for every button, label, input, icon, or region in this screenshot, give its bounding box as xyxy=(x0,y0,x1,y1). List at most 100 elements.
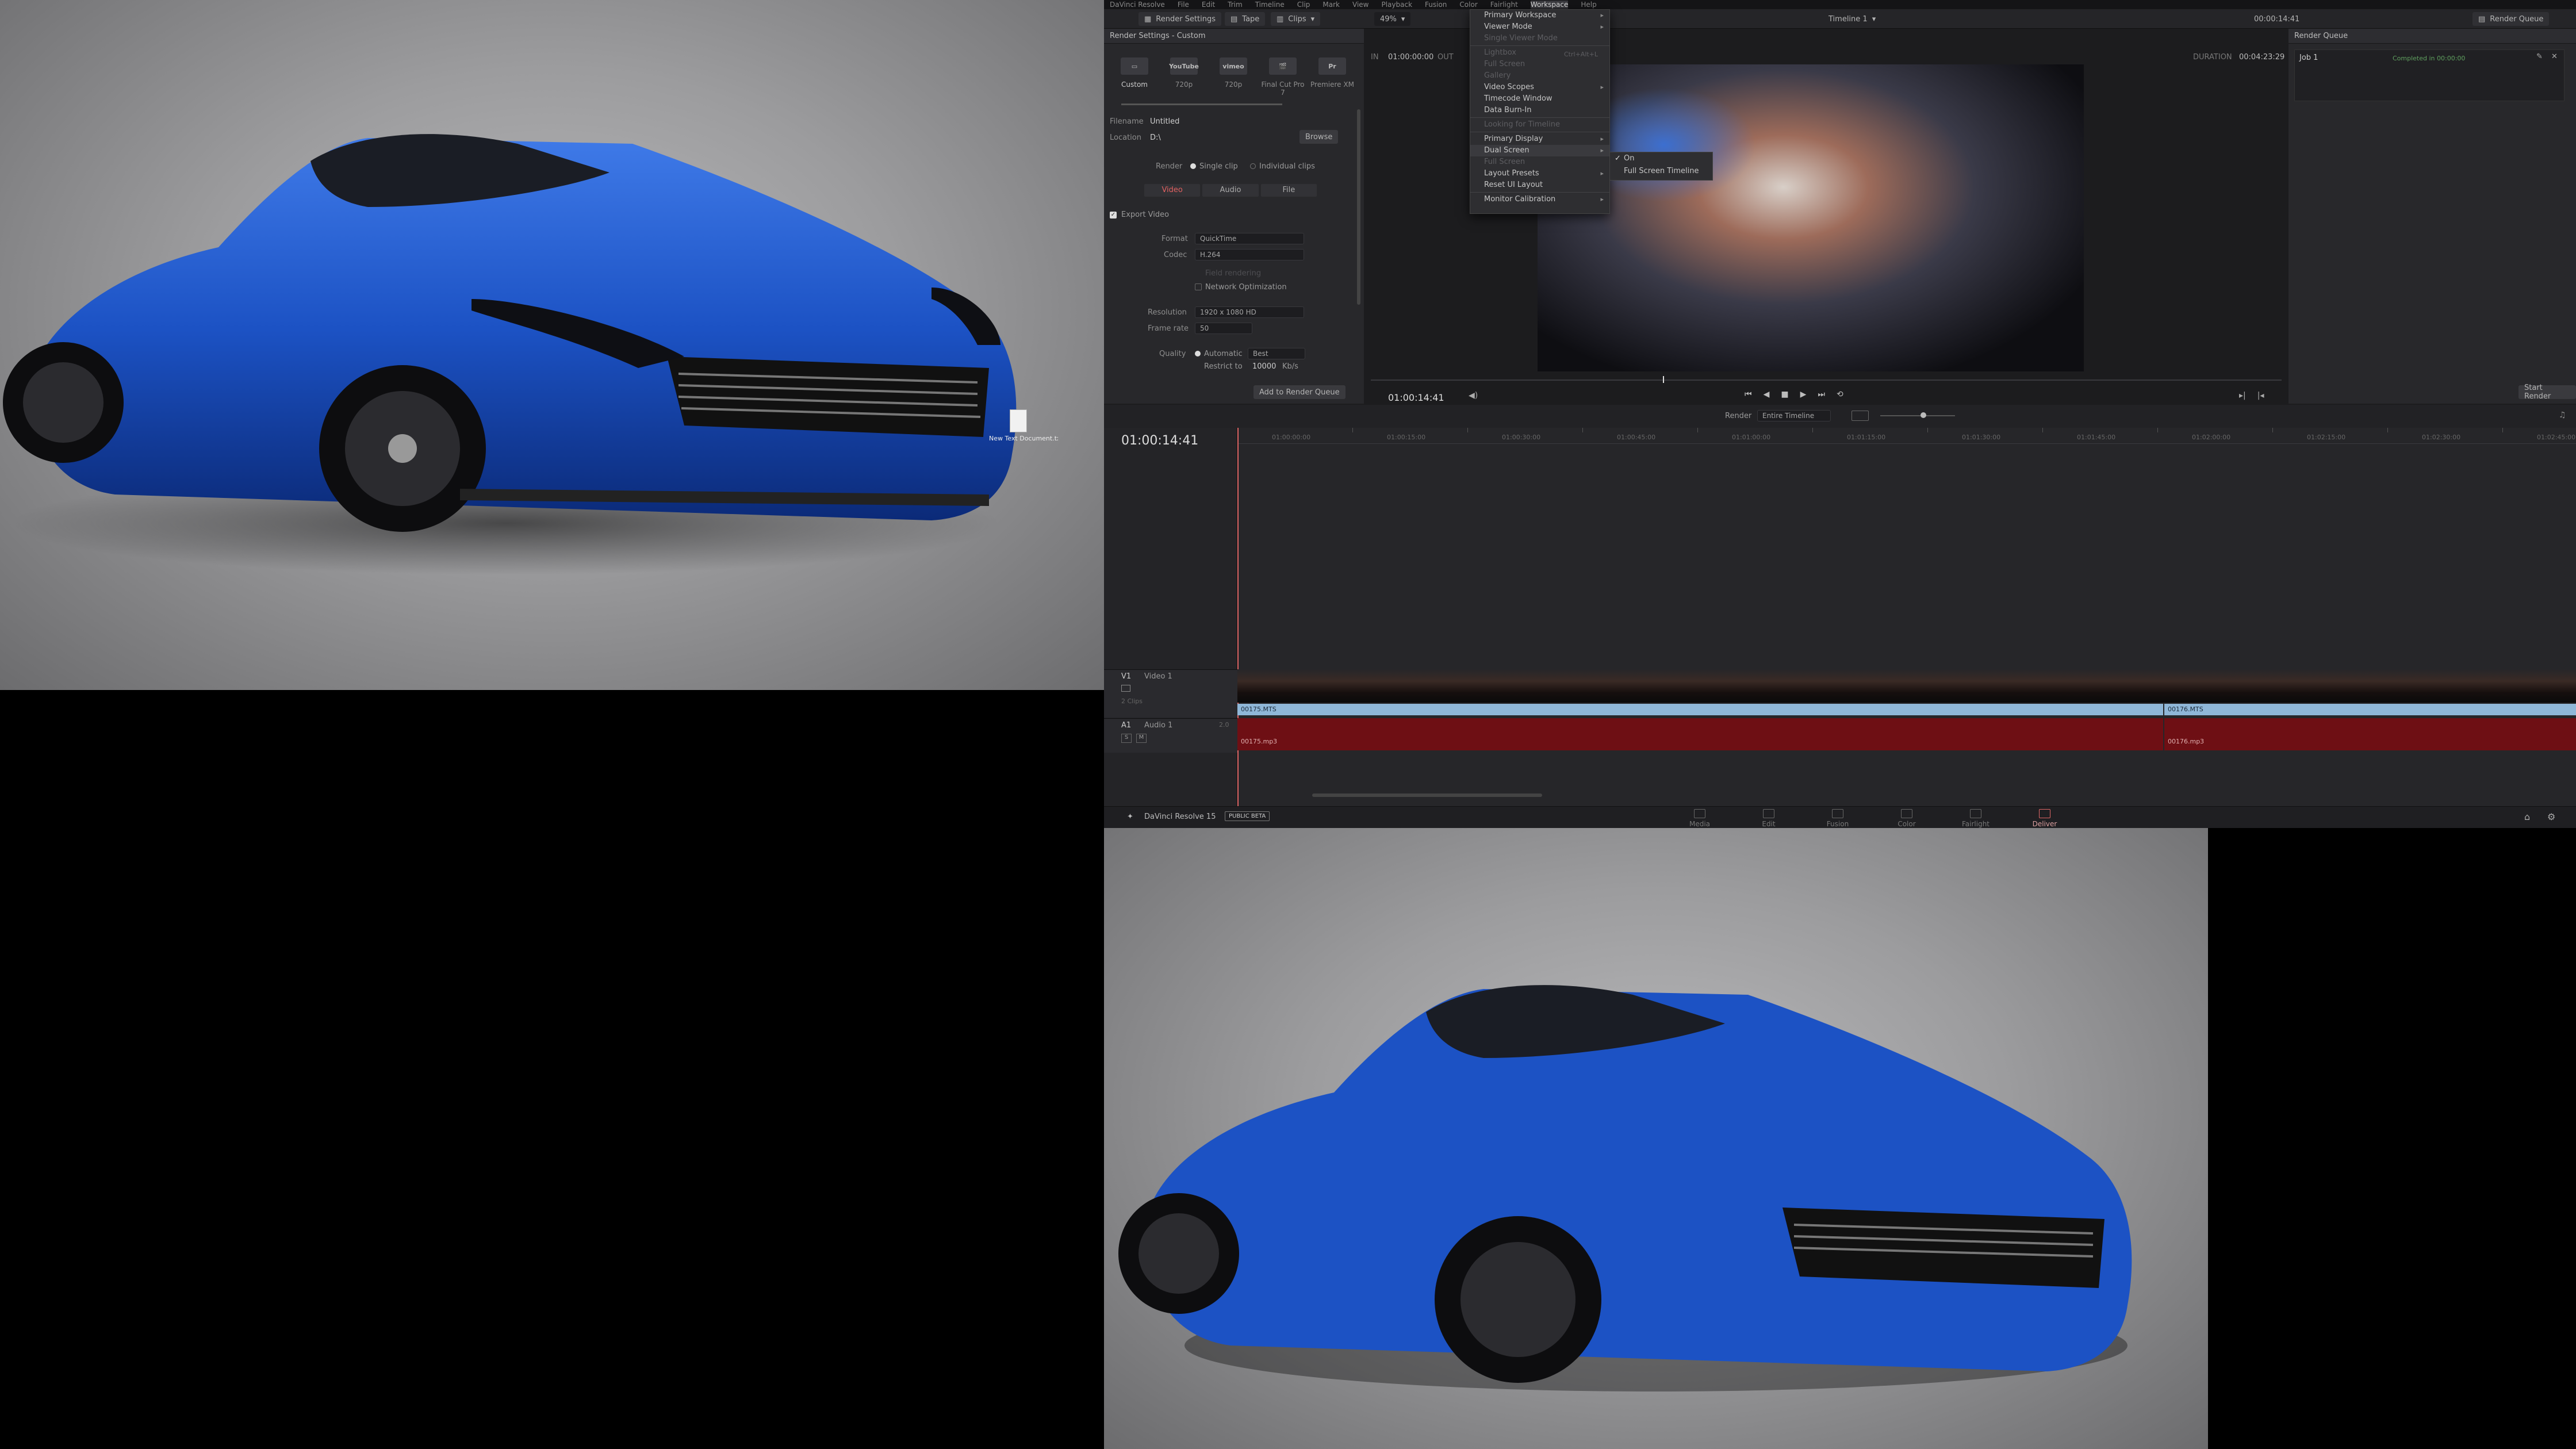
edit-job-icon[interactable]: ✎ xyxy=(2536,52,2543,61)
preset-2[interactable]: vimeo 720p xyxy=(1209,54,1258,98)
workspace-menu-item-dual-screen[interactable]: Dual Screen xyxy=(1470,145,1609,156)
individual-clips-radio[interactable] xyxy=(1250,163,1256,169)
tape-button[interactable]: ▤ Tape xyxy=(1225,12,1266,26)
render-range-select[interactable]: Entire Timeline xyxy=(1757,410,1831,421)
video-frame[interactable] xyxy=(1538,64,2084,371)
audio-meter-icon[interactable]: ♫ xyxy=(2559,411,2566,420)
dual-screen-option-full-screen-timeline[interactable]: Full Screen Timeline xyxy=(1610,165,1712,178)
workspace-menu-item-video-scopes[interactable]: Video Scopes xyxy=(1470,82,1609,93)
page-tab-media[interactable]: Media xyxy=(1679,809,1720,828)
add-render-queue-button[interactable]: Add to Render Queue xyxy=(1254,385,1346,399)
filename-field[interactable]: Untitled xyxy=(1150,117,1179,126)
codec-select[interactable]: H.264 xyxy=(1195,249,1304,260)
close-icon[interactable]: ✕ xyxy=(2551,52,2558,61)
timeline-select[interactable]: Timeline 1 ▾ xyxy=(1823,12,1881,26)
mark-in-icon[interactable]: ▸| xyxy=(2239,391,2246,400)
mute-button[interactable]: M xyxy=(1136,734,1147,743)
menu-item-fairlight[interactable]: Fairlight xyxy=(1490,1,1518,9)
stop-icon[interactable]: ■ xyxy=(1781,390,1788,399)
menu-item-timeline[interactable]: Timeline xyxy=(1255,1,1285,9)
format-select[interactable]: QuickTime xyxy=(1195,233,1304,244)
preset-4[interactable]: Pr Premiere XM xyxy=(1308,54,1357,98)
mark-out-icon[interactable]: |◂ xyxy=(2257,391,2264,400)
timeline-tracks[interactable]: 01:00:00:00 01:00:15:00 01:00:30:00 01:00:4… xyxy=(1237,428,2576,806)
quality-select[interactable]: Best xyxy=(1248,348,1305,359)
menu-item-mark[interactable]: Mark xyxy=(1322,1,1340,9)
page-tab-fairlight[interactable]: Fairlight xyxy=(1955,809,1996,828)
menu-item-clip[interactable]: Clip xyxy=(1297,1,1310,9)
start-render-button[interactable]: Start Render xyxy=(2518,384,2576,401)
workspace-menu-item-viewer-mode[interactable]: Viewer Mode xyxy=(1470,21,1609,33)
loop-icon[interactable]: ⟲ xyxy=(1837,390,1843,399)
workspace-menu-item-reset-ui-layout[interactable]: Reset UI Layout xyxy=(1470,179,1609,191)
menu-item-file[interactable]: File xyxy=(1178,1,1189,9)
monitor-icon[interactable] xyxy=(1121,685,1130,692)
render-queue-button[interactable]: ▤ Render Queue xyxy=(2472,12,2550,26)
resolution-select[interactable]: 1920 x 1080 HD xyxy=(1195,306,1304,318)
workspace-menu-item-primary-workspace[interactable]: Primary Workspace xyxy=(1470,10,1609,21)
framerate-select[interactable]: 50 xyxy=(1195,323,1252,334)
workspace-menu-item-timecode-window[interactable]: Timecode Window xyxy=(1470,93,1609,105)
track-a1-header[interactable]: A1 Audio 1 2.0 S M xyxy=(1104,718,1237,753)
track-v1-header[interactable]: V1 Video 1 2 Clips xyxy=(1104,669,1237,718)
menu-item-help[interactable]: Help xyxy=(1581,1,1596,9)
page-tab-deliver[interactable]: Deliver xyxy=(2024,809,2065,828)
menu-item-view[interactable]: View xyxy=(1352,1,1368,9)
scrubber-bar[interactable] xyxy=(1371,379,2282,381)
play-icon[interactable]: ▶ xyxy=(1800,390,1807,399)
home-icon[interactable]: ⌂ xyxy=(2524,811,2530,822)
skip-last-icon[interactable]: ⏭ xyxy=(1818,390,1825,399)
clips-button[interactable]: ▥ Clips ▾ xyxy=(1271,12,1321,26)
beta-badge: PUBLIC BETA xyxy=(1225,811,1270,821)
timeline-ruler[interactable]: 01:00:00:00 01:00:15:00 01:00:30:00 01:00:4… xyxy=(1237,428,2576,444)
dual-screen-option-on[interactable]: ✓ On xyxy=(1610,152,1712,165)
zoom-slider-handle[interactable] xyxy=(1920,412,1926,418)
preset-1[interactable]: YouTube 720p xyxy=(1159,54,1209,98)
gear-icon[interactable]: ⚙ xyxy=(2547,811,2555,822)
solo-button[interactable]: S xyxy=(1121,734,1132,743)
preset-scrollbar[interactable] xyxy=(1121,103,1282,105)
render-tab-audio[interactable]: Audio xyxy=(1202,184,1259,197)
render-settings-button[interactable]: ▦ Render Settings xyxy=(1138,12,1222,26)
menu-item-color[interactable]: Color xyxy=(1459,1,1477,9)
video-clip[interactable]: 00176.MTS xyxy=(2164,704,2576,715)
browse-button[interactable]: Browse xyxy=(1300,130,1339,144)
page-tab-edit[interactable]: Edit xyxy=(1748,809,1789,828)
reverse-play-icon[interactable]: ◀ xyxy=(1764,390,1770,399)
audio-clip[interactable]: 00175.mp3 xyxy=(1237,718,2163,750)
timeline-view-icon[interactable] xyxy=(1851,411,1869,421)
page-tab-color[interactable]: Color xyxy=(1886,809,1927,828)
page-tab-fusion[interactable]: Fusion xyxy=(1817,809,1858,828)
audio-speaker-icon[interactable]: ◀) xyxy=(1469,391,1478,400)
workspace-menu-item-layout-presets[interactable]: Layout Presets xyxy=(1470,168,1609,179)
workspace-menu-item-primary-display[interactable]: Primary Display xyxy=(1470,133,1609,145)
render-tab-video[interactable]: Video xyxy=(1144,184,1201,197)
menu-item-playback[interactable]: Playback xyxy=(1381,1,1412,9)
network-opt-checkbox[interactable] xyxy=(1195,283,1202,290)
location-field[interactable]: D:\ xyxy=(1150,133,1161,142)
workspace-menu-item-monitor-calibration[interactable]: Monitor Calibration xyxy=(1470,194,1609,205)
preset-0[interactable]: ▭ Custom xyxy=(1110,54,1159,98)
desktop-file-icon[interactable] xyxy=(1010,409,1027,432)
render-tab-file[interactable]: File xyxy=(1260,184,1317,197)
render-job[interactable]: Job 1 Completed in 00:00:00 ✎ ✕ xyxy=(2294,49,2564,101)
preset-3[interactable]: 🎬 Final Cut Pro 7 xyxy=(1258,54,1308,98)
skip-first-icon[interactable]: ⏮ xyxy=(1745,390,1752,399)
zoom-select[interactable]: 49% ▾ xyxy=(1374,12,1411,26)
menu-item-fusion[interactable]: Fusion xyxy=(1425,1,1447,9)
scrubber-playhead[interactable] xyxy=(1663,376,1664,383)
timeline-scrollbar[interactable] xyxy=(1312,793,1542,797)
audio-clip[interactable]: 00176.mp3 xyxy=(2164,718,2576,750)
video-clip[interactable]: 00175.MTS xyxy=(1237,704,2163,715)
workspace-menu-item-data-burn-in[interactable]: Data Burn-In xyxy=(1470,105,1609,116)
menu-item-edit[interactable]: Edit xyxy=(1202,1,1215,9)
restrict-field[interactable]: 10000 xyxy=(1252,362,1276,371)
single-clip-radio[interactable] xyxy=(1190,163,1196,169)
render-settings-scrollbar[interactable] xyxy=(1357,109,1360,305)
export-video-checkbox[interactable]: ✓ xyxy=(1110,212,1117,218)
menu-item-trim[interactable]: Trim xyxy=(1228,1,1243,9)
timeline-zoom-slider[interactable] xyxy=(1880,415,1955,416)
menu-item-davinci-resolve[interactable]: DaVinci Resolve xyxy=(1110,1,1165,9)
quality-auto-radio[interactable] xyxy=(1195,351,1201,356)
menu-item-workspace[interactable]: Workspace xyxy=(1530,1,1569,9)
